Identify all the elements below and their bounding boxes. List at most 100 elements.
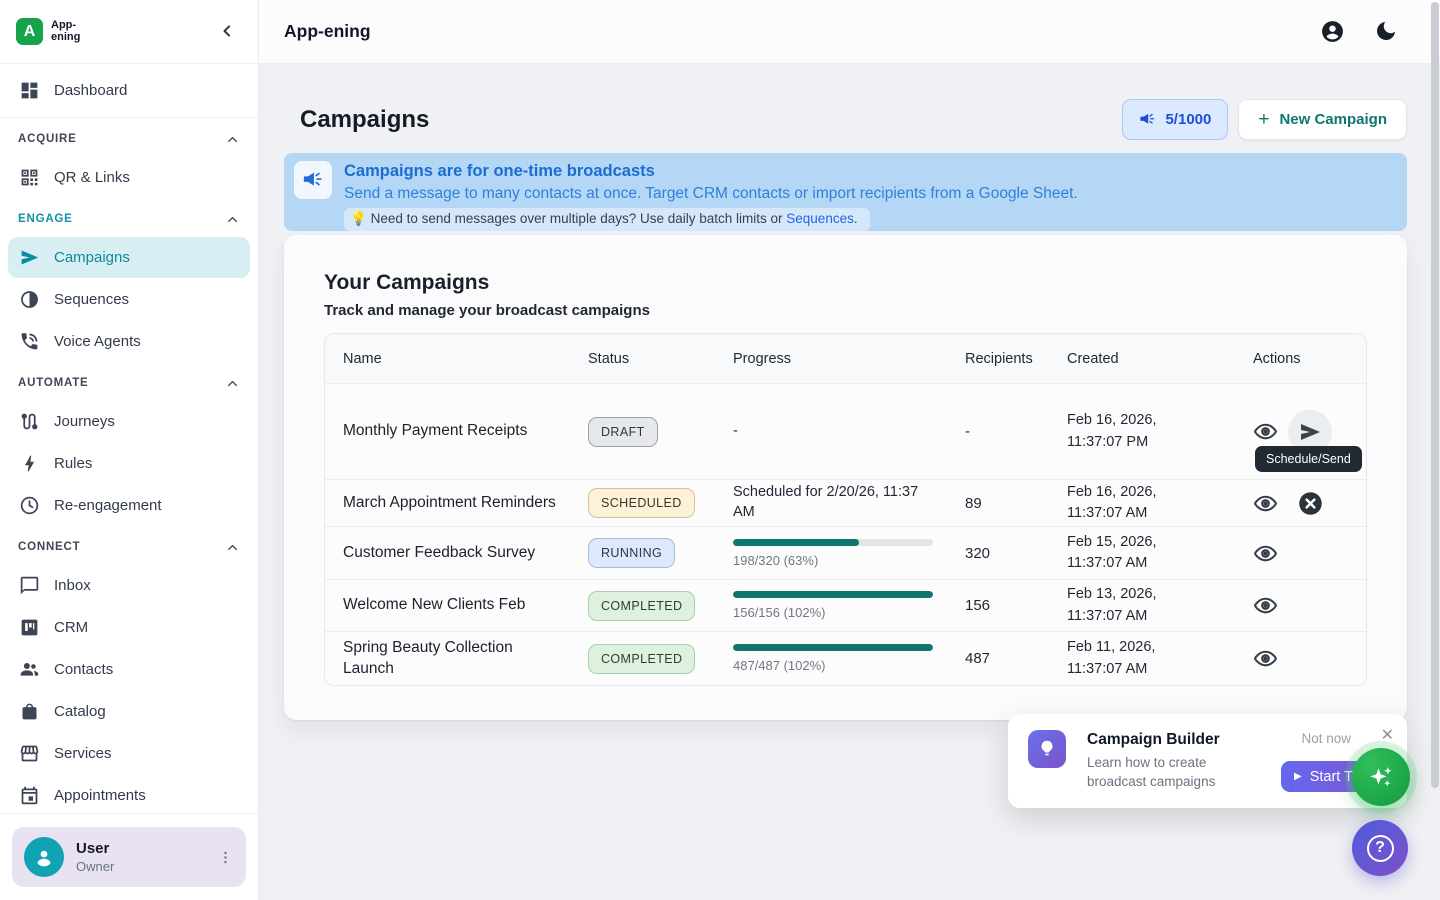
campaign-name: Monthly Payment Receipts	[343, 421, 588, 441]
sidebar-item-label: Re-engagement	[54, 497, 162, 514]
sidebar-item-label: Journeys	[54, 413, 115, 430]
scrollbar-thumb[interactable]	[1431, 2, 1439, 788]
recipients-value: 320	[965, 545, 1067, 562]
progress-bar	[733, 591, 933, 598]
campaigns-card: Your Campaigns Track and manage your bro…	[284, 235, 1407, 720]
lightbulb-icon	[1036, 738, 1058, 760]
sidebar-item-contacts[interactable]: Contacts	[8, 649, 250, 690]
column-header-recipients: Recipients	[965, 351, 1067, 367]
chevron-up-icon	[225, 212, 240, 227]
page-title: Campaigns	[300, 106, 429, 134]
user-menu-button[interactable]	[217, 849, 234, 866]
close-button[interactable]: ✕	[1381, 725, 1394, 745]
table-row: Welcome New Clients Feb COMPLETED 156/15…	[325, 580, 1366, 632]
progress-value: Scheduled for 2/20/26, 11:37 AM	[733, 483, 965, 522]
sidebar-footer: User Owner	[0, 813, 258, 900]
created-value: Feb 15, 2026, 11:37:07 AM	[1067, 532, 1243, 574]
page-head: Campaigns 5/1000 + New Campaign	[284, 99, 1407, 140]
quota-value: 5/1000	[1165, 111, 1211, 128]
megaphone-icon	[1139, 111, 1156, 128]
help-fab[interactable]: ?	[1352, 820, 1408, 876]
sidebar-divider	[0, 117, 258, 118]
app-logo[interactable]: A App- ening	[16, 18, 80, 45]
column-header-status: Status	[588, 351, 733, 367]
dark-mode-toggle[interactable]	[1373, 19, 1398, 44]
created-value: Feb 13, 2026, 11:37:07 AM	[1067, 584, 1243, 626]
clock-icon	[18, 495, 40, 517]
view-button[interactable]	[1253, 593, 1278, 618]
moon-icon	[1374, 19, 1398, 43]
sidebar-item-dashboard[interactable]: Dashboard	[8, 70, 250, 111]
status-badge: SCHEDULED	[588, 488, 695, 518]
account-circle-icon	[1320, 19, 1345, 44]
table-row: Spring Beauty Collection Launch COMPLETE…	[325, 632, 1366, 685]
content-area: Campaigns 5/1000 + New Campaign	[259, 64, 1440, 900]
campaign-name: Welcome New Clients Feb	[343, 595, 588, 615]
account-button[interactable]	[1320, 19, 1345, 44]
view-button[interactable]	[1253, 491, 1278, 516]
view-button[interactable]	[1253, 419, 1278, 444]
progress-bar	[733, 539, 933, 546]
storefront-icon	[18, 743, 40, 765]
sidebar-item-inbox[interactable]: Inbox	[8, 565, 250, 606]
eye-icon	[1253, 419, 1278, 444]
campaign-name: Spring Beauty Collection Launch	[343, 638, 588, 678]
sidebar-item-appointments[interactable]: Appointments	[8, 775, 250, 813]
sidebar: A App- ening Dashboard ACQUIRE	[0, 0, 259, 900]
not-now-button[interactable]: Not now	[1301, 731, 1351, 746]
progress-bar-fill	[733, 591, 933, 598]
progress-bar-fill	[733, 539, 859, 546]
sidebar-item-sequences[interactable]: Sequences	[8, 279, 250, 320]
sidebar-nav: Dashboard ACQUIRE QR & Links ENGAGE Camp…	[0, 64, 258, 813]
status-badge: COMPLETED	[588, 591, 695, 621]
sparkles-icon	[1366, 762, 1396, 792]
column-header-actions: Actions	[1243, 351, 1366, 367]
sidebar-item-campaigns[interactable]: Campaigns	[8, 237, 250, 278]
view-button[interactable]	[1253, 646, 1278, 671]
sidebar-item-label: QR & Links	[54, 169, 130, 186]
eye-icon	[1253, 491, 1278, 516]
table-row: March Appointment Reminders SCHEDULED Sc…	[325, 480, 1366, 527]
send-icon	[18, 247, 40, 269]
kebab-menu-icon	[217, 849, 234, 866]
sequences-link[interactable]: Sequences	[786, 211, 854, 226]
ai-assistant-fab[interactable]	[1352, 748, 1410, 806]
sidebar-item-re-engagement[interactable]: Re-engagement	[8, 485, 250, 526]
view-button[interactable]	[1253, 541, 1278, 566]
logo-mark: A	[16, 18, 43, 45]
sidebar-item-catalog[interactable]: Catalog	[8, 691, 250, 732]
sidebar-item-label: Voice Agents	[54, 333, 141, 350]
app-screen: A App- ening Dashboard ACQUIRE	[0, 0, 1440, 900]
popup-body: Learn how to create broadcast campaigns	[1087, 754, 1242, 792]
dashboard-icon	[18, 80, 40, 102]
sidebar-section-automate[interactable]: AUTOMATE	[8, 365, 250, 401]
column-header-progress: Progress	[733, 351, 965, 367]
campaign-quota-badge[interactable]: 5/1000	[1122, 99, 1228, 140]
sidebar-section-connect[interactable]: CONNECT	[8, 529, 250, 565]
sidebar-item-crm[interactable]: CRM	[8, 607, 250, 648]
cancel-button[interactable]	[1297, 490, 1324, 517]
created-value: Feb 16, 2026, 11:37:07 PM	[1067, 410, 1243, 452]
info-banner: Campaigns are for one-time broadcasts Se…	[284, 153, 1407, 231]
sidebar-item-qr-links[interactable]: QR & Links	[8, 157, 250, 198]
banner-megaphone-box	[294, 161, 332, 199]
recipients-value: 156	[965, 597, 1067, 614]
lightning-bolt-icon	[18, 453, 40, 475]
sidebar-item-journeys[interactable]: Journeys	[8, 401, 250, 442]
new-campaign-button[interactable]: + New Campaign	[1238, 99, 1407, 140]
lightbulb-emoji: 💡	[350, 211, 367, 226]
topbar: App-ening	[259, 0, 1440, 64]
question-mark-icon: ?	[1367, 835, 1394, 862]
sidebar-item-voice-agents[interactable]: Voice Agents	[8, 321, 250, 362]
user-card[interactable]: User Owner	[12, 827, 246, 887]
plus-icon: +	[1258, 110, 1269, 129]
play-icon: ▶	[1294, 771, 1302, 782]
main-area: App-ening Campaigns 5/1000	[259, 0, 1440, 900]
sidebar-item-services[interactable]: Services	[8, 733, 250, 774]
sidebar-item-rules[interactable]: Rules	[8, 443, 250, 484]
chevron-left-icon	[217, 21, 237, 41]
sidebar-section-engage[interactable]: ENGAGE	[8, 201, 250, 237]
campaigns-table: Name Status Progress Recipients Created …	[324, 333, 1367, 686]
sidebar-collapse-button[interactable]	[216, 21, 238, 43]
sidebar-section-acquire[interactable]: ACQUIRE	[8, 121, 250, 157]
